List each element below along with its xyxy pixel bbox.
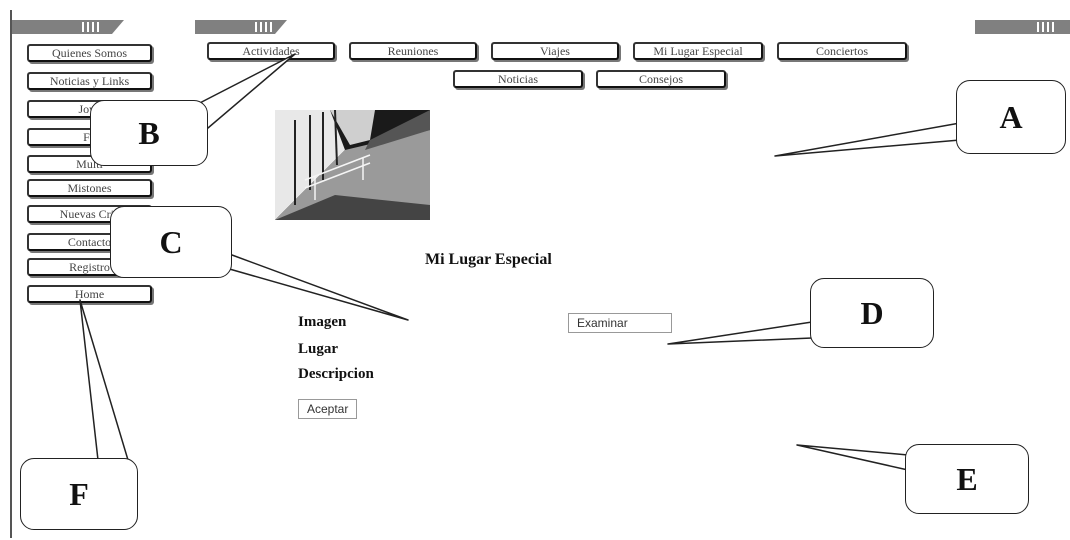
callout-d: D xyxy=(810,278,934,348)
callout-a: A xyxy=(956,80,1066,154)
pointer-f xyxy=(79,299,129,461)
callout-b: B xyxy=(90,100,208,166)
pointer-c xyxy=(211,254,409,321)
callout-f: F xyxy=(20,458,138,530)
callout-c: C xyxy=(110,206,232,278)
pointer-e xyxy=(796,444,909,471)
pointer-a xyxy=(774,122,961,157)
callout-e: E xyxy=(905,444,1029,514)
pointer-d xyxy=(667,321,813,345)
